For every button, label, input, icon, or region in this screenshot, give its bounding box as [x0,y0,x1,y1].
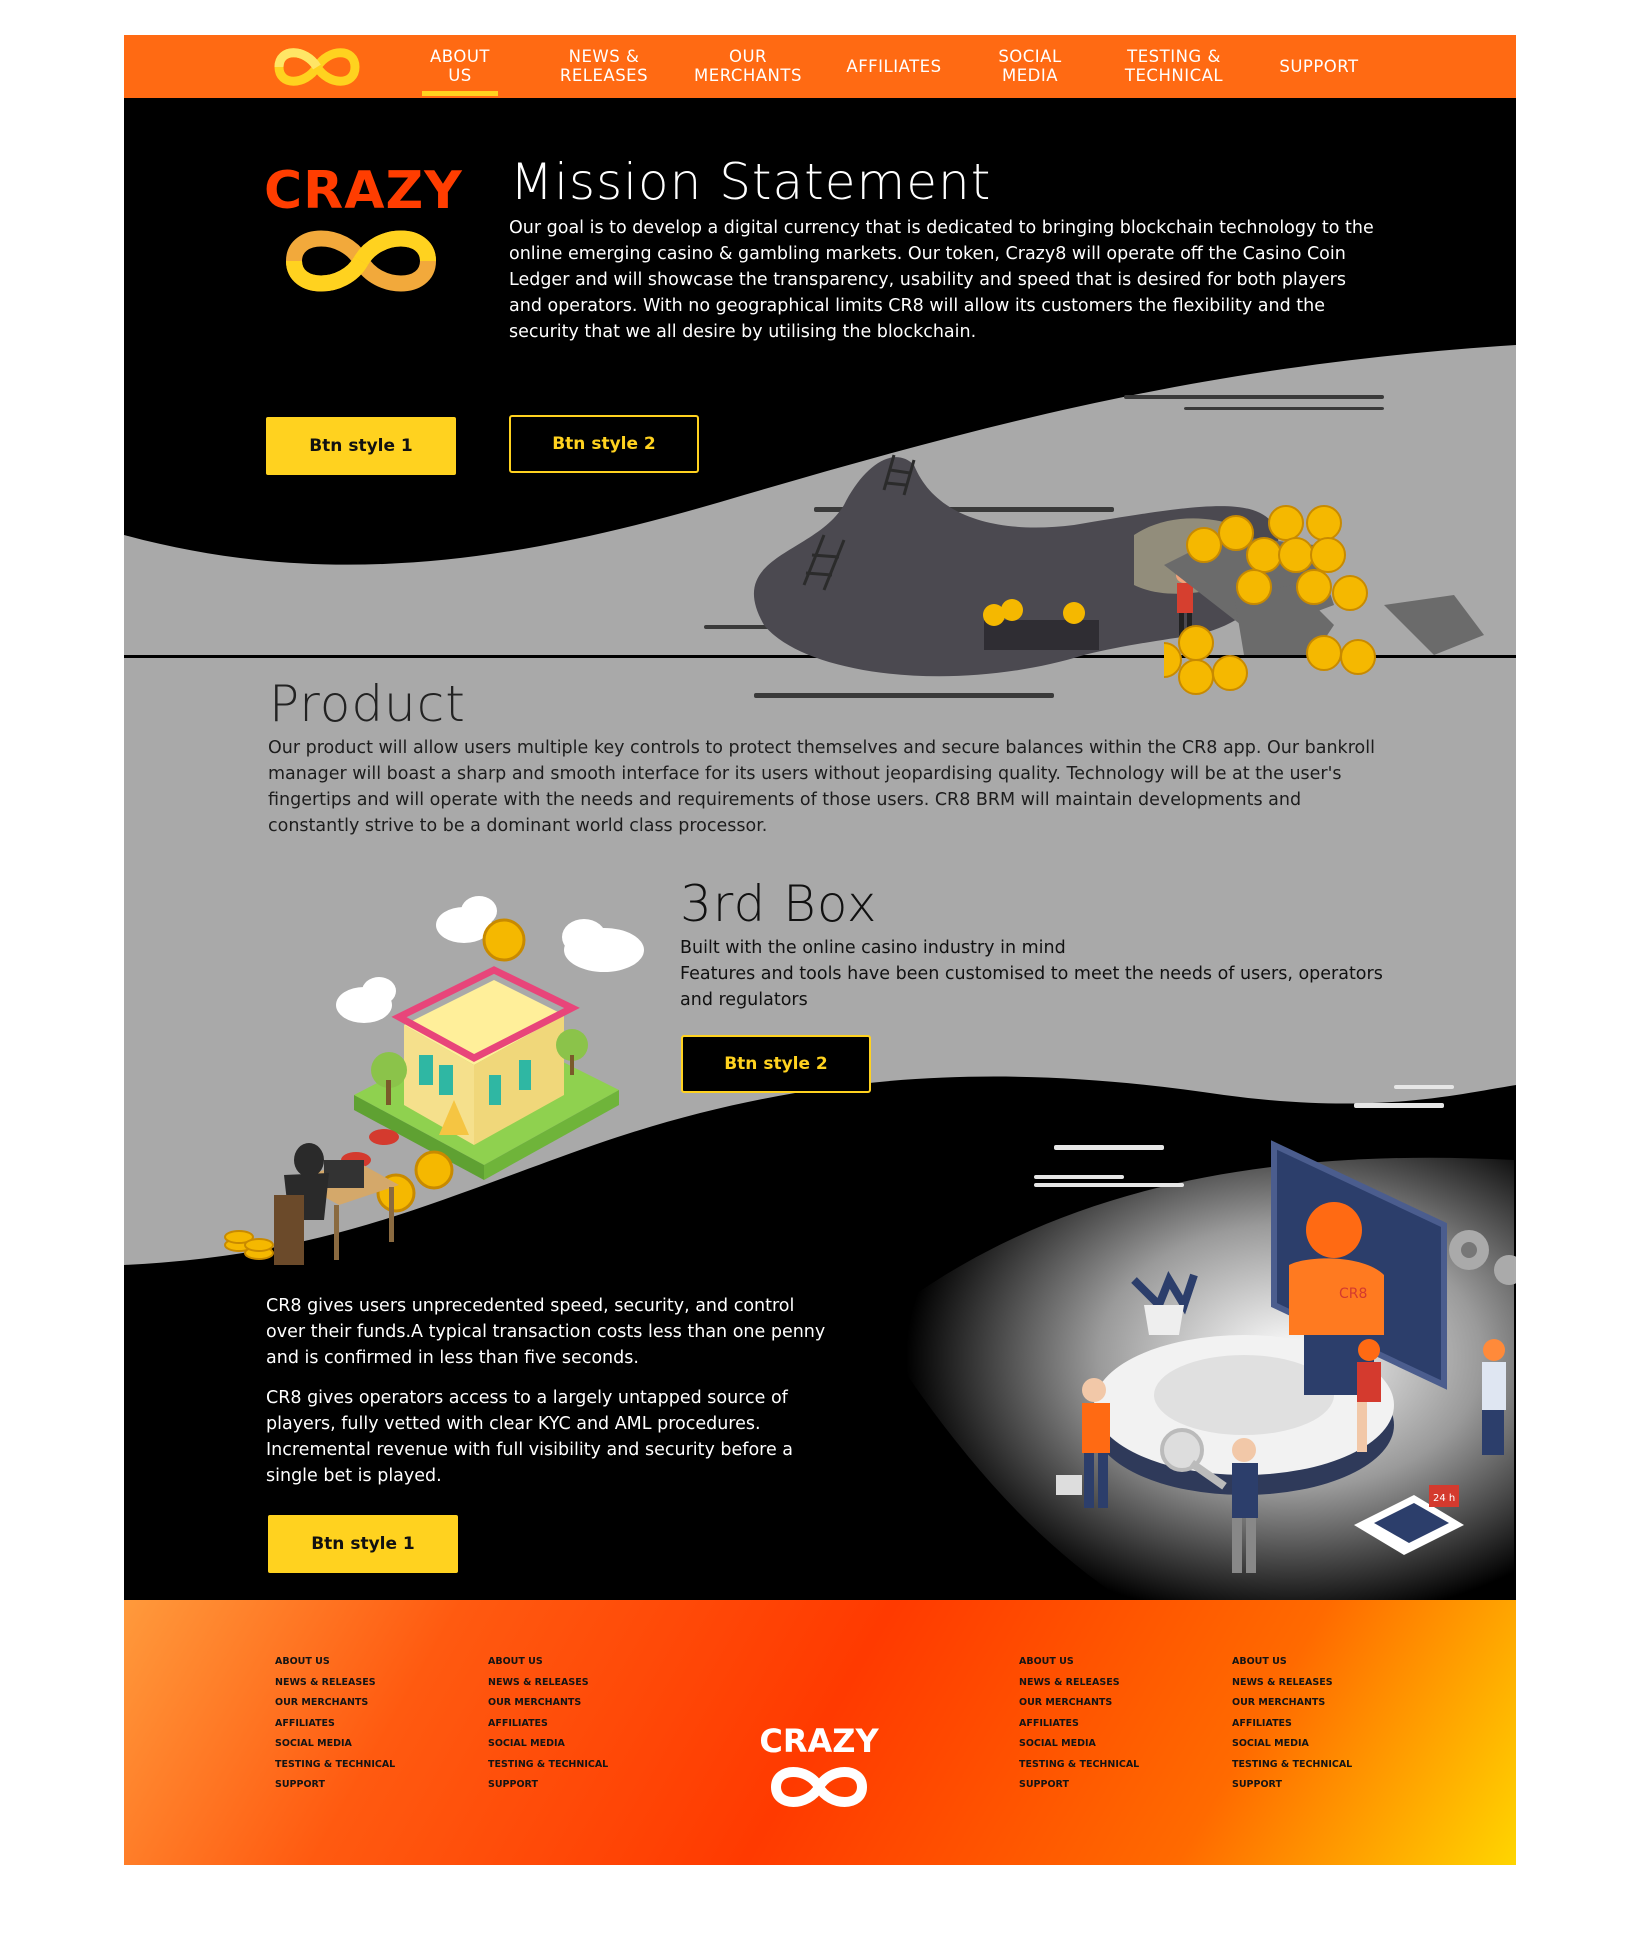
footer-link[interactable]: ABOUT US [275,1652,395,1673]
footer-link[interactable]: ABOUT US [1232,1652,1352,1673]
person-left [1056,1378,1110,1508]
footer-link[interactable]: AFFILIATES [275,1714,395,1735]
footer-link[interactable]: SUPPORT [1232,1775,1352,1796]
crazy-logo-text: CRAZY [264,161,463,221]
footer-link[interactable]: SUPPORT [488,1775,608,1796]
btn-style-1-cr8[interactable]: Btn style 1 [268,1515,458,1573]
footer-column-4: ABOUT US NEWS & RELEASES OUR MERCHANTS A… [1232,1652,1352,1796]
coin-group [1164,505,1376,695]
coin-icon [1310,537,1346,573]
footer-link[interactable]: TESTING & TECHNICAL [1232,1755,1352,1776]
footer-link[interactable]: TESTING & TECHNICAL [488,1755,608,1776]
cr8-users-paragraph: CR8 gives users unprecedented speed, sec… [266,1296,826,1368]
badge-label: 24 h [1433,1493,1455,1504]
footer-link[interactable]: OUR MERCHANTS [488,1693,608,1714]
third-box-title: 3rd Box [680,875,878,933]
coin-icon [1296,569,1332,605]
btn-style-2-hero[interactable]: Btn style 2 [509,415,699,473]
gear-icon [1449,1230,1516,1285]
footer-column-2: ABOUT US NEWS & RELEASES OUR MERCHANTS A… [488,1652,608,1796]
nav-social-media[interactable]: SOCIAL MEDIA [980,47,1080,85]
coin-icon [1236,569,1272,605]
page: ABOUT US NEWS & RELEASES OUR MERCHANTS AFFI… [124,35,1516,1865]
footer-link[interactable]: SOCIAL MEDIA [488,1734,608,1755]
person-right [1482,1339,1506,1455]
footer-link[interactable]: SOCIAL MEDIA [1019,1734,1139,1755]
footer-link[interactable]: SUPPORT [1019,1775,1139,1796]
footer-link[interactable]: OUR MERCHANTS [1019,1693,1139,1714]
active-nav-indicator [422,91,498,96]
footer: ABOUT US NEWS & RELEASES OUR MERCHANTS A… [124,1600,1516,1865]
nav-about-us[interactable]: ABOUT US [414,47,506,85]
footer-link[interactable]: AFFILIATES [1232,1714,1352,1735]
footer-logo-text: CRAZY [759,1722,879,1760]
infinity-logo-icon [285,230,437,292]
nav-testing-technical[interactable]: TESTING & TECHNICAL [1109,47,1239,85]
support-illustration: CR8 24 h [1056,1140,1516,1573]
product-body: Our product will allow users multiple ke… [268,738,1375,836]
footer-crazy-logo[interactable]: CRAZY [754,1723,884,1815]
nav-our-merchants[interactable]: OUR MERCHANTS [686,47,810,85]
coin-icon [1164,642,1182,678]
footer-link[interactable]: ABOUT US [488,1652,608,1673]
coin-icon [414,1150,454,1190]
coin-icon [1212,655,1248,691]
coin-icon [1246,537,1282,573]
bank-illustration [224,896,644,1265]
product-title: Product [269,675,466,733]
crazy-logo: CRAZY [264,161,463,305]
footer-link[interactable]: NEWS & RELEASES [488,1673,608,1694]
coin-icon [1178,625,1214,661]
third-box-line2: Features and tools have been customised … [680,964,1383,1010]
footer-link[interactable]: SUPPORT [275,1775,395,1796]
btn-style-1-hero[interactable]: Btn style 1 [266,417,456,475]
footer-link[interactable]: SOCIAL MEDIA [275,1734,395,1755]
coin-icon [1278,537,1314,573]
infinity-logo-icon [770,1767,868,1807]
coin-icon [1340,639,1376,675]
coin-icon [1268,505,1304,541]
coin-icon [1218,515,1254,551]
nav-affiliates[interactable]: AFFILIATES [834,57,954,76]
footer-link[interactable]: OUR MERCHANTS [275,1693,395,1714]
footer-link[interactable]: TESTING & TECHNICAL [1019,1755,1139,1776]
coin-icon [1332,575,1368,611]
footer-link[interactable]: AFFILIATES [488,1714,608,1735]
footer-link[interactable]: OUR MERCHANTS [1232,1693,1352,1714]
mission-title: Mission Statement [510,153,992,211]
mission-body: Our goal is to develop a digital currenc… [509,218,1374,342]
footer-column-1: ABOUT US NEWS & RELEASES OUR MERCHANTS A… [275,1652,395,1796]
footer-link[interactable]: ABOUT US [1019,1652,1139,1673]
coin-icon [1306,635,1342,671]
coin-icon [482,918,526,962]
footer-link[interactable]: NEWS & RELEASES [275,1673,395,1694]
third-box-line1: Built with the online casino industry in… [680,938,1066,958]
top-nav: ABOUT US NEWS & RELEASES OUR MERCHANTS AFFI… [124,35,1516,98]
nav-support[interactable]: SUPPORT [1264,57,1374,76]
footer-link[interactable]: NEWS & RELEASES [1232,1673,1352,1694]
nav-news-releases[interactable]: NEWS & RELEASES [549,47,659,85]
screen-label: CR8 [1339,1286,1367,1302]
infinity-logo-icon[interactable] [267,40,367,94]
footer-column-3: ABOUT US NEWS & RELEASES OUR MERCHANTS A… [1019,1652,1139,1796]
btn-style-2-third[interactable]: Btn style 2 [681,1035,871,1093]
coin-icon [1306,505,1342,541]
cr8-operators-paragraph: CR8 gives operators access to a largely … [266,1388,794,1486]
footer-link[interactable]: AFFILIATES [1019,1714,1139,1735]
footer-link[interactable]: TESTING & TECHNICAL [275,1755,395,1776]
coin-icon [1178,659,1214,695]
footer-link[interactable]: SOCIAL MEDIA [1232,1734,1352,1755]
coin-icon [1186,527,1222,563]
footer-link[interactable]: NEWS & RELEASES [1019,1673,1139,1694]
